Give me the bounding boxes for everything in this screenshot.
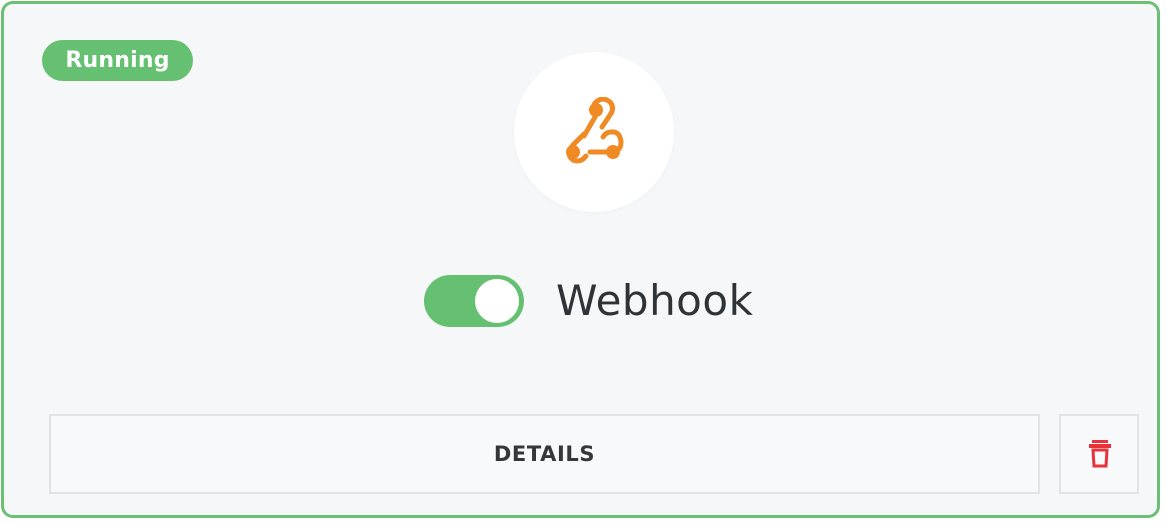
integration-card: Running Webhook DETAILS <box>1 1 1160 518</box>
enable-toggle[interactable] <box>424 275 524 327</box>
enable-toggle-row: Webhook <box>424 266 753 336</box>
toggle-knob <box>475 279 519 323</box>
integration-name: Webhook <box>556 276 754 325</box>
status-badge: Running <box>42 40 193 81</box>
delete-button[interactable] <box>1059 414 1139 494</box>
webhook-icon <box>566 97 624 164</box>
trash-icon <box>1089 440 1111 468</box>
integration-icon-container <box>514 52 674 212</box>
details-button[interactable]: DETAILS <box>49 414 1040 494</box>
